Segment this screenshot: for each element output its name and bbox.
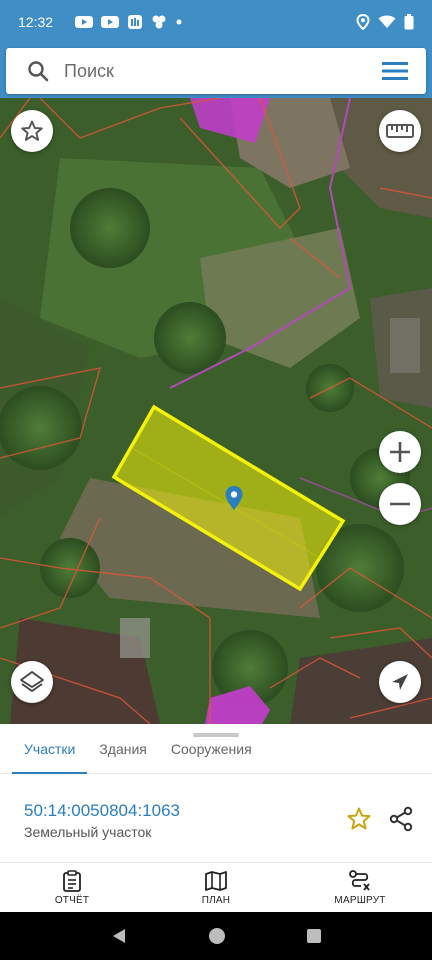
dot-icon: [176, 19, 182, 25]
status-right: [356, 14, 414, 30]
nav-route-label: МАРШРУТ: [334, 894, 386, 906]
cadastral-number[interactable]: 50:14:0050804:1063: [24, 801, 180, 821]
battery-icon: [404, 14, 414, 30]
parcel-type: Земельный участок: [24, 824, 152, 840]
zoom-in-icon: [390, 442, 410, 462]
search-input[interactable]: [64, 60, 382, 82]
status-time: 12:32: [18, 14, 54, 30]
route-icon: [349, 869, 370, 891]
nav-plan-label: ПЛАН: [201, 894, 231, 906]
nav-plan[interactable]: ПЛАН: [144, 863, 288, 912]
tab-buildings[interactable]: Здания: [87, 738, 159, 774]
app-icon: [152, 15, 166, 29]
parcel-card[interactable]: 50:14:0050804:1063 Земельный участок: [0, 774, 432, 862]
tab-structures[interactable]: Сооружения: [159, 738, 264, 774]
nav-report-label: ОТЧЁТ: [54, 894, 90, 906]
category-tabs: Участки Здания Сооружения: [0, 738, 432, 774]
search-bar[interactable]: [6, 48, 426, 94]
bottom-nav: ОТЧЁТ ПЛАН МАРШРУТ: [0, 862, 432, 912]
status-left: 12:32: [18, 14, 183, 30]
share-icon[interactable]: [388, 806, 414, 832]
star-icon: [21, 120, 43, 141]
search-icon[interactable]: [26, 59, 50, 83]
map-view[interactable]: [0, 98, 432, 724]
menu-icon[interactable]: [382, 61, 408, 81]
sheet-handle[interactable]: [193, 733, 239, 737]
system-nav-bar: [0, 912, 432, 960]
recents-icon[interactable]: [306, 928, 322, 944]
back-icon[interactable]: [110, 927, 128, 945]
nav-route[interactable]: МАРШРУТ: [288, 863, 432, 912]
zoom-out-button[interactable]: [379, 483, 421, 525]
ruler-button[interactable]: [379, 110, 421, 152]
zoom-out-icon: [390, 502, 410, 506]
status-bar: 12:32: [0, 0, 432, 44]
satellite-imagery: [0, 98, 432, 724]
news-icon: [128, 15, 143, 29]
nav-report[interactable]: ОТЧЁТ: [0, 863, 144, 912]
layers-button[interactable]: [11, 661, 53, 703]
locate-button[interactable]: [379, 661, 421, 703]
favorite-map-button[interactable]: [11, 110, 53, 152]
zoom-in-button[interactable]: [379, 431, 421, 473]
clipboard-icon: [63, 869, 81, 892]
locate-icon: [392, 674, 408, 690]
wifi-icon: [378, 15, 396, 28]
youtube-icon: [75, 16, 94, 28]
map-icon: [205, 870, 227, 891]
tab-parcels[interactable]: Участки: [12, 738, 88, 774]
ruler-icon: [386, 124, 414, 138]
location-icon: [356, 14, 370, 30]
youtube-icon: [101, 16, 120, 28]
layers-icon: [20, 671, 44, 692]
home-icon[interactable]: [208, 927, 226, 945]
favorite-star-icon[interactable]: [346, 806, 372, 832]
